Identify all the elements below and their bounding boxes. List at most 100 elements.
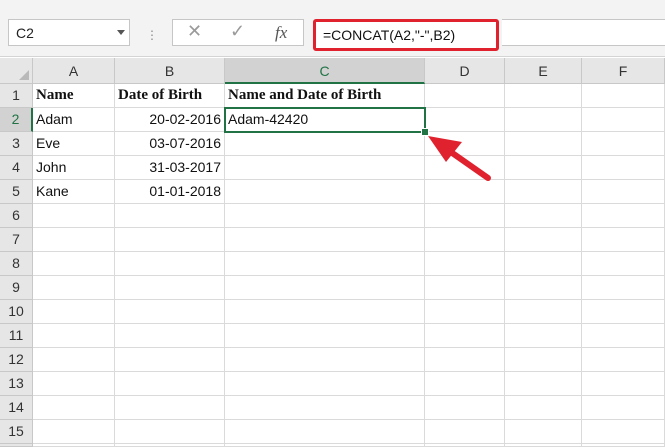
- cell-b3[interactable]: 03-07-2016: [115, 132, 225, 156]
- cell-a3[interactable]: Eve: [33, 132, 115, 156]
- cell-a13[interactable]: [33, 372, 115, 396]
- cell-e9[interactable]: [505, 276, 582, 300]
- cell-e2[interactable]: [505, 108, 582, 132]
- cell-d1[interactable]: [425, 84, 505, 108]
- column-header-d[interactable]: D: [425, 58, 505, 84]
- cell-a2[interactable]: Adam: [33, 108, 115, 132]
- cell-d7[interactable]: [425, 228, 505, 252]
- cell-e12[interactable]: [505, 348, 582, 372]
- row-header-2[interactable]: 2: [0, 108, 33, 132]
- cell-e13[interactable]: [505, 372, 582, 396]
- cell-c15[interactable]: [225, 420, 425, 444]
- cell-f7[interactable]: [582, 228, 665, 252]
- cell-c1[interactable]: Name and Date of Birth: [225, 84, 425, 108]
- cell-c10[interactable]: [225, 300, 425, 324]
- cell-e1[interactable]: [505, 84, 582, 108]
- formula-input[interactable]: =CONCAT(A2,"-",B2): [313, 19, 499, 51]
- cell-e7[interactable]: [505, 228, 582, 252]
- row-header-4[interactable]: 4: [0, 156, 33, 180]
- row-header-8[interactable]: 8: [0, 252, 33, 276]
- cell-c8[interactable]: [225, 252, 425, 276]
- cell-b2[interactable]: 20-02-2016: [115, 108, 225, 132]
- cell-f2[interactable]: [582, 108, 665, 132]
- cell-f4[interactable]: [582, 156, 665, 180]
- cell-e10[interactable]: [505, 300, 582, 324]
- column-header-c[interactable]: C: [225, 58, 425, 84]
- cancel-icon[interactable]: ✕: [187, 21, 202, 42]
- cell-a6[interactable]: [33, 204, 115, 228]
- cell-d8[interactable]: [425, 252, 505, 276]
- cell-e6[interactable]: [505, 204, 582, 228]
- row-header-15[interactable]: 15: [0, 420, 33, 444]
- row-header-13[interactable]: 13: [0, 372, 33, 396]
- cell-c12[interactable]: [225, 348, 425, 372]
- row-header-1[interactable]: 1: [0, 84, 33, 108]
- cell-e14[interactable]: [505, 396, 582, 420]
- cell-e15[interactable]: [505, 420, 582, 444]
- cell-c5[interactable]: [225, 180, 425, 204]
- row-header-11[interactable]: 11: [0, 324, 33, 348]
- chevron-down-icon[interactable]: [117, 30, 125, 35]
- cell-a7[interactable]: [33, 228, 115, 252]
- cell-a8[interactable]: [33, 252, 115, 276]
- cell-c7[interactable]: [225, 228, 425, 252]
- cell-f13[interactable]: [582, 372, 665, 396]
- column-header-b[interactable]: B: [115, 58, 225, 84]
- cell-c13[interactable]: [225, 372, 425, 396]
- cell-f15[interactable]: [582, 420, 665, 444]
- cell-e3[interactable]: [505, 132, 582, 156]
- cell-c14[interactable]: [225, 396, 425, 420]
- cell-f12[interactable]: [582, 348, 665, 372]
- cell-f1[interactable]: [582, 84, 665, 108]
- cell-a9[interactable]: [33, 276, 115, 300]
- cell-d10[interactable]: [425, 300, 505, 324]
- cell-e5[interactable]: [505, 180, 582, 204]
- cell-b4[interactable]: 31-03-2017: [115, 156, 225, 180]
- column-header-a[interactable]: A: [33, 58, 115, 84]
- cell-d15[interactable]: [425, 420, 505, 444]
- cell-f3[interactable]: [582, 132, 665, 156]
- cell-a15[interactable]: [33, 420, 115, 444]
- cell-a1[interactable]: Name: [33, 84, 115, 108]
- cell-a14[interactable]: [33, 396, 115, 420]
- cell-a10[interactable]: [33, 300, 115, 324]
- cell-b7[interactable]: [115, 228, 225, 252]
- row-header-12[interactable]: 12: [0, 348, 33, 372]
- cell-d11[interactable]: [425, 324, 505, 348]
- cell-f9[interactable]: [582, 276, 665, 300]
- row-header-7[interactable]: 7: [0, 228, 33, 252]
- cell-a4[interactable]: John: [33, 156, 115, 180]
- cell-e4[interactable]: [505, 156, 582, 180]
- cell-e8[interactable]: [505, 252, 582, 276]
- enter-check-icon[interactable]: ✓: [230, 21, 245, 42]
- cell-d12[interactable]: [425, 348, 505, 372]
- formula-input-extension[interactable]: [502, 19, 665, 46]
- cell-b6[interactable]: [115, 204, 225, 228]
- cell-d9[interactable]: [425, 276, 505, 300]
- row-header-14[interactable]: 14: [0, 396, 33, 420]
- row-header-10[interactable]: 10: [0, 300, 33, 324]
- cell-a12[interactable]: [33, 348, 115, 372]
- drag-handle-icon[interactable]: ⋮: [146, 28, 158, 42]
- column-header-f[interactable]: F: [582, 58, 665, 84]
- column-header-e[interactable]: E: [505, 58, 582, 84]
- cell-f6[interactable]: [582, 204, 665, 228]
- insert-function-icon[interactable]: fx: [275, 23, 287, 43]
- cell-d14[interactable]: [425, 396, 505, 420]
- cell-f10[interactable]: [582, 300, 665, 324]
- cell-b15[interactable]: [115, 420, 225, 444]
- cell-b5[interactable]: 01-01-2018: [115, 180, 225, 204]
- row-header-6[interactable]: 6: [0, 204, 33, 228]
- cell-c4[interactable]: [225, 156, 425, 180]
- cell-a11[interactable]: [33, 324, 115, 348]
- row-header-5[interactable]: 5: [0, 180, 33, 204]
- cell-c9[interactable]: [225, 276, 425, 300]
- cell-b13[interactable]: [115, 372, 225, 396]
- cell-b9[interactable]: [115, 276, 225, 300]
- cell-d6[interactable]: [425, 204, 505, 228]
- row-header-9[interactable]: 9: [0, 276, 33, 300]
- cell-d13[interactable]: [425, 372, 505, 396]
- cell-b10[interactable]: [115, 300, 225, 324]
- cell-f8[interactable]: [582, 252, 665, 276]
- cell-f11[interactable]: [582, 324, 665, 348]
